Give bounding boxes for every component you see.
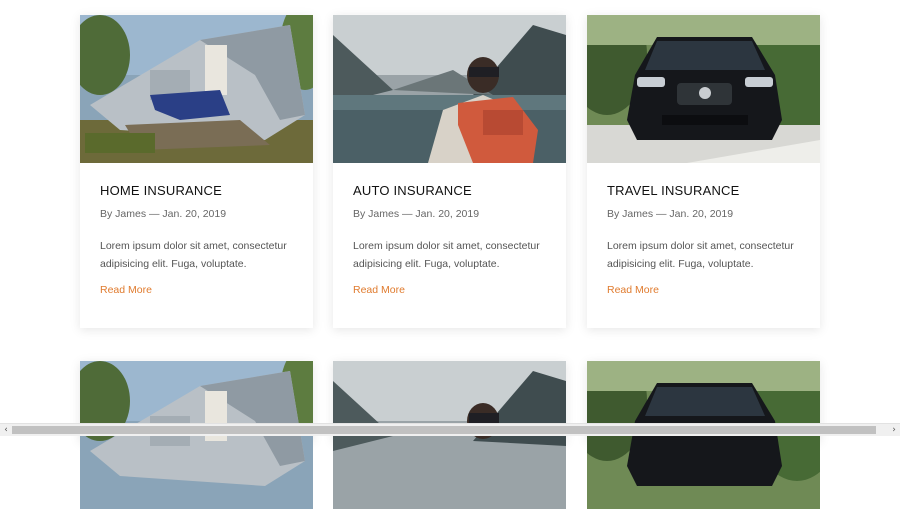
card-excerpt: Lorem ipsum dolor sit amet, consectetur … xyxy=(100,240,287,270)
read-more-link[interactable]: Read More xyxy=(353,284,405,296)
card-excerpt: Lorem ipsum dolor sit amet, consectetur … xyxy=(353,240,540,270)
card-travel-insurance: TRAVEL INSURANCE By James — Jan. 20, 201… xyxy=(587,15,820,328)
black-sedan-photo xyxy=(587,15,820,163)
card-title: TRAVEL INSURANCE xyxy=(607,183,740,198)
horizontal-scrollbar[interactable]: ‹ › xyxy=(0,423,900,436)
backpacker-lake-photo xyxy=(333,15,566,163)
card-title: AUTO INSURANCE xyxy=(353,183,472,198)
scrollbar-thumb[interactable] xyxy=(12,426,876,434)
scroll-left-icon[interactable]: ‹ xyxy=(0,424,12,436)
card-meta: By James — Jan. 20, 2019 xyxy=(353,208,480,220)
card-auto-insurance: AUTO INSURANCE By James — Jan. 20, 2019 … xyxy=(333,15,566,328)
card-meta: By James — Jan. 20, 2019 xyxy=(607,208,734,220)
auto-insurance-image xyxy=(333,15,566,163)
card-home-insurance: HOME INSURANCE By James — Jan. 20, 2019 … xyxy=(80,15,313,328)
card-title: HOME INSURANCE xyxy=(100,183,222,198)
read-more-link[interactable]: Read More xyxy=(100,284,152,296)
card-grid: HOME INSURANCE By James — Jan. 20, 2019 … xyxy=(0,0,900,509)
travel-insurance-image xyxy=(587,15,820,163)
card-meta: By James — Jan. 20, 2019 xyxy=(100,208,227,220)
card-excerpt: Lorem ipsum dolor sit amet, consectetur … xyxy=(607,240,794,270)
scroll-right-icon[interactable]: › xyxy=(888,424,900,436)
collapsed-house-photo xyxy=(80,15,313,163)
read-more-link[interactable]: Read More xyxy=(607,284,659,296)
home-insurance-image xyxy=(80,15,313,163)
